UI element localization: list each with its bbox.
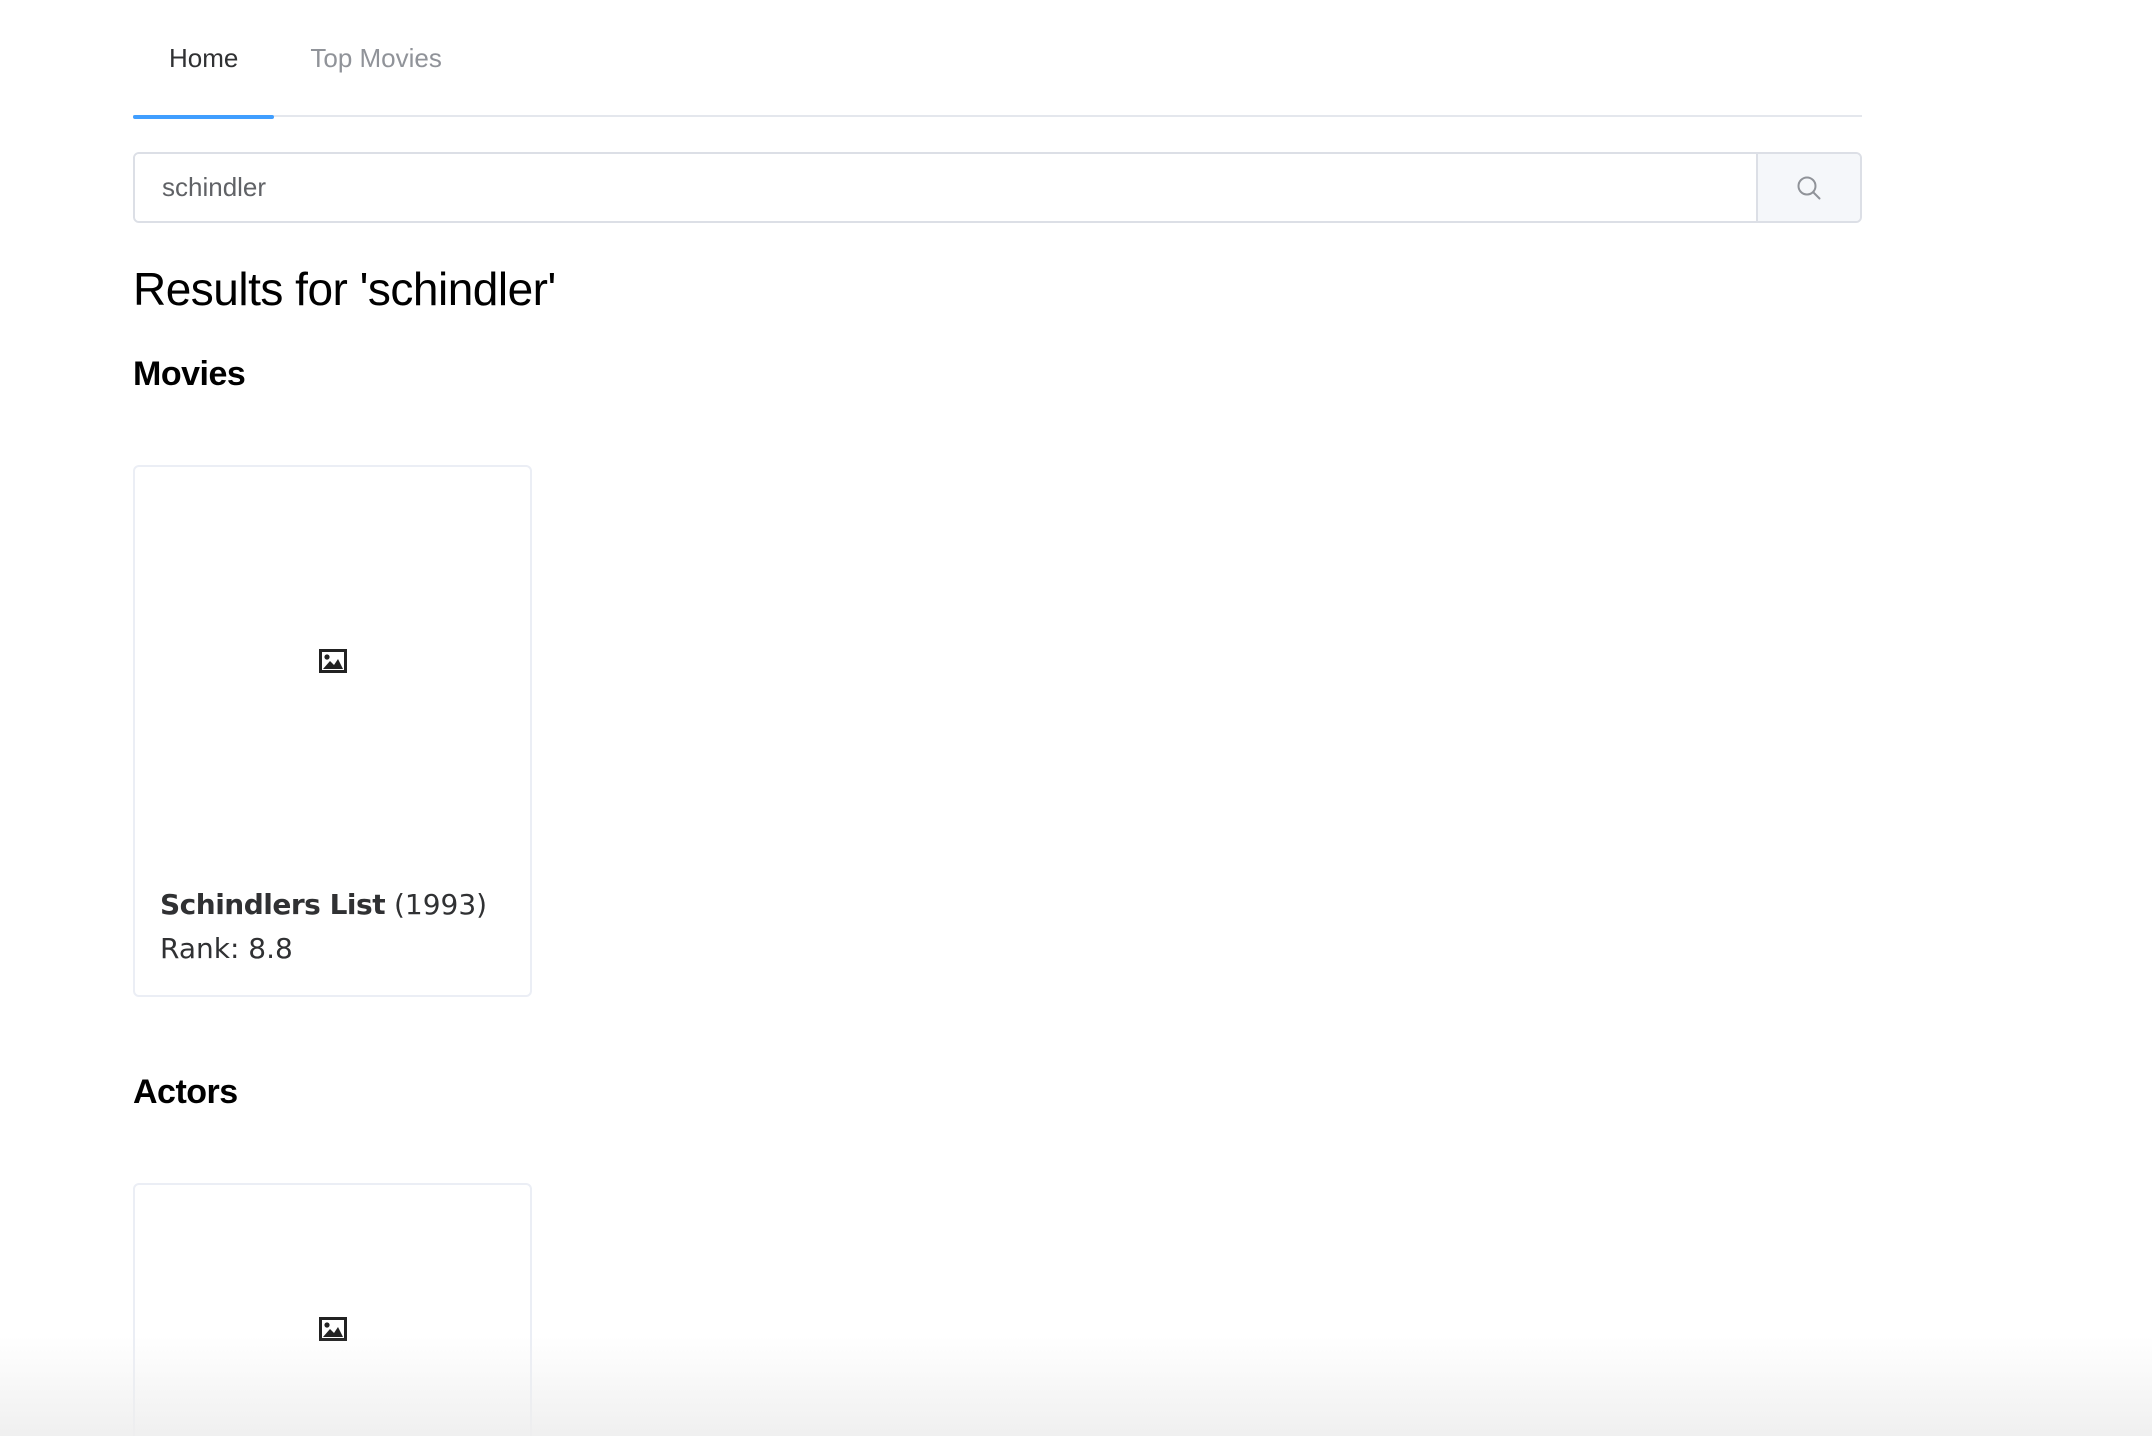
- tab-home[interactable]: Home: [133, 0, 275, 119]
- image-placeholder-icon: [318, 1317, 347, 1341]
- movie-title-line: Schindlers List (1993): [160, 883, 510, 927]
- movies-section-title: Movies: [133, 355, 246, 393]
- actor-card[interactable]: [133, 1183, 532, 1436]
- search-icon: [1797, 176, 1821, 199]
- tab-top-movies[interactable]: Top Movies: [274, 0, 478, 117]
- image-placeholder-icon: [318, 649, 347, 673]
- page: Home Top Movies Results for 'schindler' …: [0, 0, 2152, 1436]
- movie-rank: Rank: 8.8: [160, 932, 293, 965]
- tab-home-label: Home: [169, 43, 239, 73]
- tab-bar: Home Top Movies: [133, 0, 1862, 119]
- tab-top-movies-label: Top Movies: [310, 43, 442, 73]
- search-bar: [133, 152, 1862, 223]
- results-title: Results for 'schindler': [133, 263, 556, 315]
- search-button[interactable]: [1756, 154, 1860, 221]
- movie-card[interactable]: Schindlers List (1993) Rank: 8.8: [133, 465, 532, 997]
- movie-year: (1993): [393, 888, 488, 921]
- actor-photo: [135, 1185, 530, 1436]
- search-input[interactable]: [135, 154, 1756, 221]
- movie-name: Schindlers List: [160, 888, 386, 921]
- movie-poster: [135, 467, 530, 855]
- actors-section-title: Actors: [133, 1073, 238, 1111]
- movie-card-body: Schindlers List (1993) Rank: 8.8: [160, 883, 510, 971]
